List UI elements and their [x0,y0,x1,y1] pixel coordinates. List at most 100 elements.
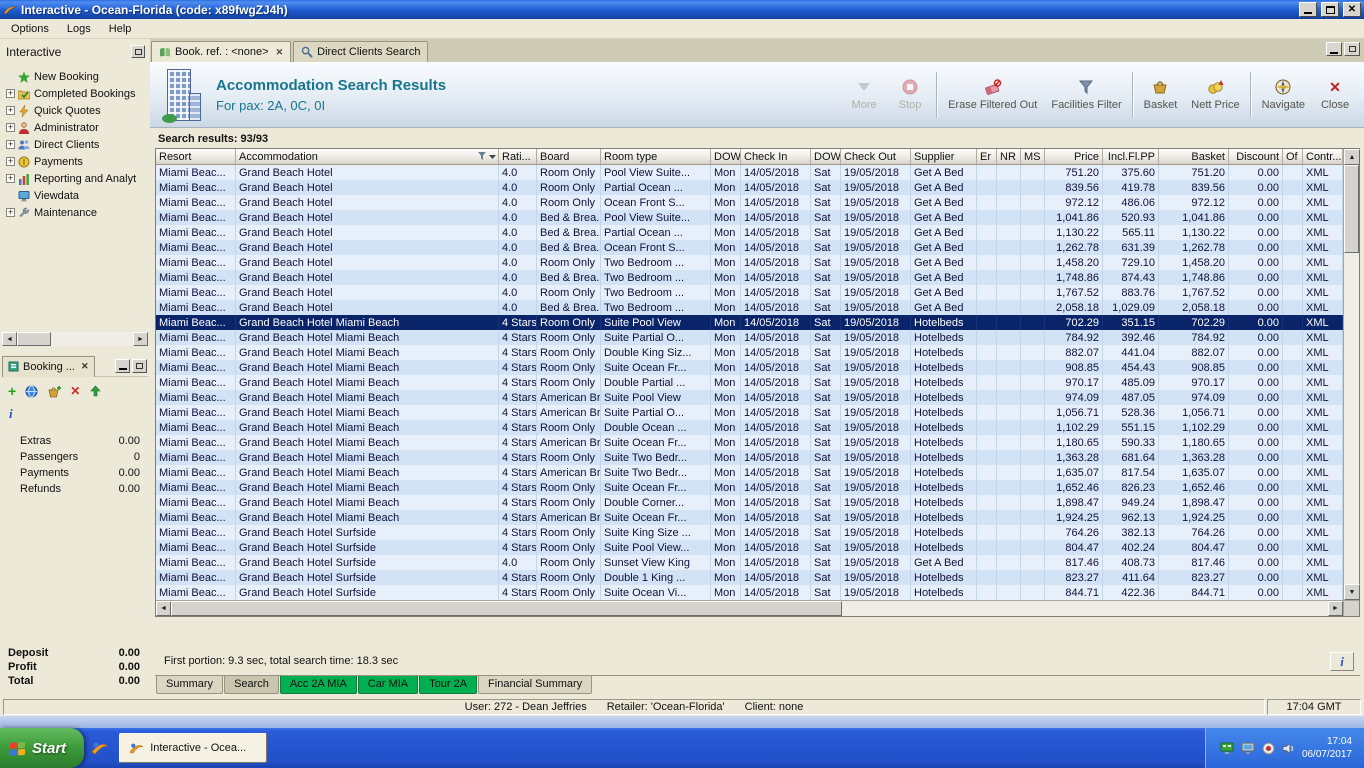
scroll-up-icon[interactable]: ▲ [1344,149,1360,165]
scroll-left-icon[interactable]: ◄ [2,332,17,346]
result-row[interactable]: Miami Beac... Grand Beach Hotel Miami Be… [156,420,1343,435]
result-row[interactable]: Miami Beac... Grand Beach Hotel 4.0 Room… [156,285,1343,300]
tab-booking-ref[interactable]: Book. ref. : <none> ✕ [151,41,292,62]
expand-icon[interactable]: + [6,174,15,183]
tray-display-icon[interactable] [1241,742,1255,755]
result-row[interactable]: Miami Beac... Grand Beach Hotel Surfside… [156,540,1343,555]
result-row[interactable]: Miami Beac... Grand Beach Hotel Miami Be… [156,330,1343,345]
result-row[interactable]: Miami Beac... Grand Beach Hotel Miami Be… [156,375,1343,390]
scroll-thumb[interactable] [17,332,51,346]
expand-icon[interactable]: + [6,89,15,98]
result-row[interactable]: Miami Beac... Grand Beach Hotel 4.0 Room… [156,195,1343,210]
tree-item-maintenance[interactable]: + Maintenance [6,204,148,221]
expand-icon[interactable]: + [6,140,15,149]
bottom-tab-summary[interactable]: Summary [156,676,224,694]
result-row[interactable]: Miami Beac... Grand Beach Hotel Surfside… [156,570,1343,585]
result-row[interactable]: Miami Beac... Grand Beach Hotel Miami Be… [156,510,1343,525]
start-button[interactable]: Start [0,728,85,768]
booking-panel-minimize-button[interactable] [115,359,130,373]
booking-panel-restore-button[interactable] [132,359,147,373]
tree-item-completed-bookings[interactable]: + Completed Bookings [6,85,148,102]
col-resort[interactable]: Resort [156,149,236,165]
tab-direct-clients-search[interactable]: Direct Clients Search [293,41,429,62]
tray-volume-icon[interactable] [1282,742,1295,755]
tree-item-viewdata[interactable]: + Viewdata [6,187,148,204]
tree-item-payments[interactable]: + Payments [6,153,148,170]
sidebar-scrollbar-horizontal[interactable]: ◄ ► [2,332,148,346]
bottom-tab-acc-2a-mia[interactable]: Acc 2A MIA [279,676,357,694]
tree-item-administrator[interactable]: + Administrator [6,119,148,136]
quick-launch-icon[interactable] [91,740,109,756]
sidebar-pin-button[interactable] [131,45,145,58]
col-of[interactable]: Of [1283,149,1303,165]
scroll-right-icon[interactable]: ► [133,332,148,346]
result-row[interactable]: Miami Beac... Grand Beach Hotel 4.0 Room… [156,180,1343,195]
result-row[interactable]: Miami Beac... Grand Beach Hotel Miami Be… [156,450,1343,465]
expand-icon[interactable]: + [6,208,15,217]
scroll-left-icon[interactable]: ◄ [156,601,171,616]
table-scrollbar-horizontal[interactable]: ◄ ► [156,601,1343,616]
delete-button[interactable]: ✕ [70,385,80,397]
add-item-button[interactable]: + [8,384,16,398]
mdi-minimize-button[interactable] [1326,42,1342,56]
stop-button[interactable]: Stop [887,67,933,123]
nett-price-button[interactable]: Nett Price [1184,67,1246,123]
bottom-tab-tour-2a[interactable]: Tour 2A [419,676,478,694]
result-row[interactable]: Miami Beac... Grand Beach Hotel 4.0 Room… [156,255,1343,270]
result-row[interactable]: Miami Beac... Grand Beach Hotel Miami Be… [156,360,1343,375]
tree-item-quick-quotes[interactable]: + Quick Quotes [6,102,148,119]
result-row[interactable]: Miami Beac... Grand Beach Hotel Surfside… [156,555,1343,570]
bottom-tab-car-mia[interactable]: Car MIA [357,676,419,694]
bottom-tab-search[interactable]: Search [224,676,279,694]
navigate-button[interactable]: Navigate [1255,67,1312,123]
expand-icon[interactable]: + [6,123,15,132]
expand-icon[interactable]: + [6,157,15,166]
result-row[interactable]: Miami Beac... Grand Beach Hotel Miami Be… [156,405,1343,420]
column-filter-icon[interactable] [478,151,496,161]
col-rating[interactable]: Rati... [499,149,537,165]
scroll-down-icon[interactable]: ▼ [1344,584,1360,600]
menu-help[interactable]: Help [100,20,141,38]
maximize-button[interactable] [1321,2,1339,17]
col-dow-in[interactable]: DOW [711,149,741,165]
taskbar-task-interactive[interactable]: Interactive - Ocea... [119,733,268,763]
result-row[interactable]: Miami Beac... Grand Beach Hotel Miami Be… [156,435,1343,450]
menu-logs[interactable]: Logs [58,20,100,38]
col-dow-out[interactable]: DOW [811,149,841,165]
result-row[interactable]: Miami Beac... Grand Beach Hotel Miami Be… [156,315,1343,330]
result-row[interactable]: Miami Beac... Grand Beach Hotel Miami Be… [156,345,1343,360]
col-contract[interactable]: Contr... [1303,149,1343,165]
result-row[interactable]: Miami Beac... Grand Beach Hotel 4.0 Bed … [156,240,1343,255]
scroll-thumb[interactable] [1344,165,1359,253]
result-row[interactable]: Miami Beac... Grand Beach Hotel 4.0 Room… [156,165,1343,180]
col-ms[interactable]: MS [1021,149,1045,165]
export-button[interactable] [89,385,102,398]
result-row[interactable]: Miami Beac... Grand Beach Hotel 4.0 Bed … [156,225,1343,240]
booking-panel-close-icon[interactable]: ✕ [81,361,89,372]
col-check-out[interactable]: Check Out [841,149,911,165]
close-results-button[interactable]: ✕ Close [1312,67,1358,123]
table-scrollbar-vertical[interactable]: ▲ ▼ [1343,149,1360,600]
minimize-button[interactable] [1299,2,1317,17]
tree-item-direct-clients[interactable]: + Direct Clients [6,136,148,153]
result-row[interactable]: Miami Beac... Grand Beach Hotel Surfside… [156,585,1343,600]
tree-item-reporting[interactable]: + Reporting and Analyt [6,170,148,187]
result-row[interactable]: Miami Beac... Grand Beach Hotel 4.0 Bed … [156,270,1343,285]
col-incl-fl-pp[interactable]: Incl.Fl.PP [1103,149,1159,165]
expand-icon[interactable]: + [6,106,15,115]
result-row[interactable]: Miami Beac... Grand Beach Hotel Miami Be… [156,480,1343,495]
result-row[interactable]: Miami Beac... Grand Beach Hotel Miami Be… [156,465,1343,480]
col-basket[interactable]: Basket [1159,149,1229,165]
tray-app-icon[interactable] [1262,742,1275,755]
col-room-type[interactable]: Room type [601,149,711,165]
add-to-basket-button[interactable] [47,385,62,398]
result-row[interactable]: Miami Beac... Grand Beach Hotel Miami Be… [156,495,1343,510]
scroll-thumb[interactable] [171,601,843,616]
result-row[interactable]: Miami Beac... Grand Beach Hotel Miami Be… [156,390,1343,405]
info-icon[interactable]: i [9,406,13,421]
mdi-restore-button[interactable] [1344,42,1360,56]
col-nr[interactable]: NR [997,149,1021,165]
result-row[interactable]: Miami Beac... Grand Beach Hotel Surfside… [156,525,1343,540]
result-row[interactable]: Miami Beac... Grand Beach Hotel 4.0 Bed … [156,300,1343,315]
info-button[interactable]: i [1330,651,1354,671]
